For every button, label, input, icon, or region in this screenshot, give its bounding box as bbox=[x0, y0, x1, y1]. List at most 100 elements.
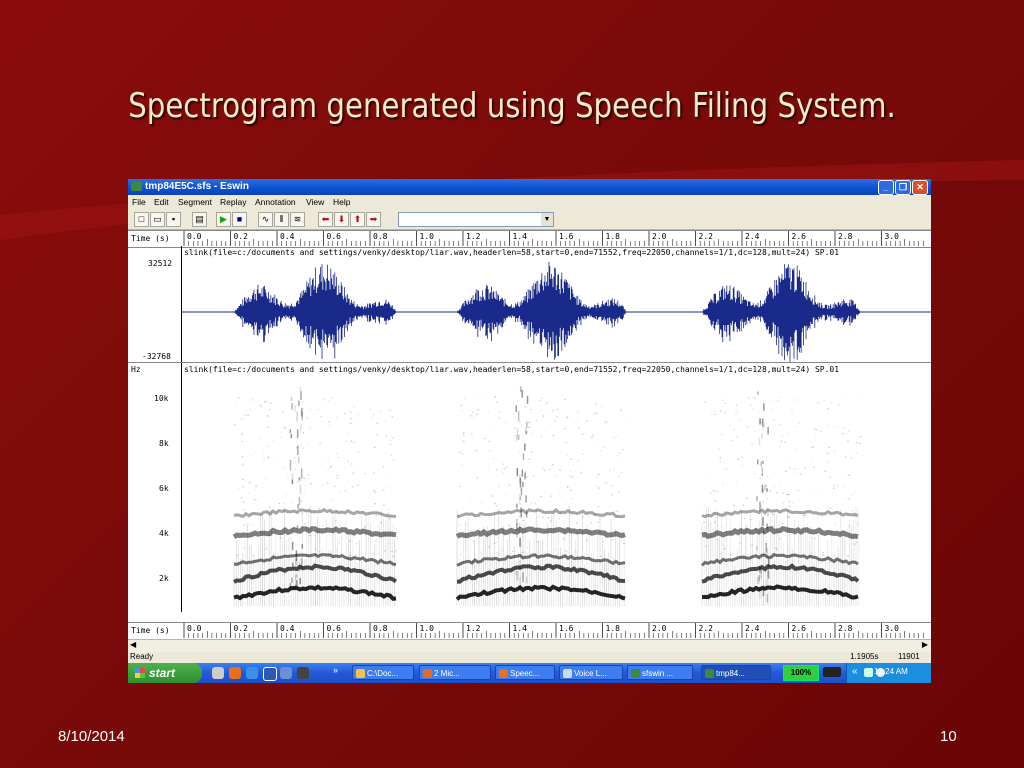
fricative-noise bbox=[297, 445, 299, 456]
speckle bbox=[304, 484, 307, 486]
desktop-icon[interactable] bbox=[212, 667, 224, 679]
formant-band bbox=[701, 584, 859, 600]
quicklaunch-chevron[interactable]: » bbox=[333, 665, 338, 675]
tray-chevron-icon[interactable]: « bbox=[852, 666, 858, 677]
speckle bbox=[537, 524, 539, 526]
arrow-down-icon[interactable]: ⬇ bbox=[334, 212, 349, 227]
speckle bbox=[580, 471, 582, 474]
speckle bbox=[263, 458, 265, 460]
speckle bbox=[508, 539, 511, 541]
scroll-left-icon[interactable]: ◀ bbox=[130, 640, 136, 649]
fricative-noise bbox=[760, 504, 762, 508]
menu-file[interactable]: File bbox=[132, 197, 146, 207]
task-mic[interactable]: 2 Mic... bbox=[419, 665, 491, 680]
ie-icon[interactable] bbox=[246, 667, 258, 679]
word-icon[interactable] bbox=[263, 667, 277, 681]
task-label: sfswin ... bbox=[642, 669, 674, 678]
open-icon[interactable]: ▭ bbox=[150, 212, 165, 227]
power-plug-icon[interactable] bbox=[823, 667, 841, 677]
speckle bbox=[528, 461, 530, 464]
speckle bbox=[547, 552, 550, 554]
fricative-noise bbox=[299, 423, 302, 433]
speckle bbox=[567, 461, 570, 463]
speckle bbox=[842, 433, 844, 435]
menu-annotation[interactable]: Annotation bbox=[255, 197, 296, 207]
fricative-noise bbox=[289, 429, 292, 434]
fricative-noise bbox=[291, 541, 294, 551]
speckle bbox=[244, 414, 247, 416]
speckle bbox=[576, 418, 579, 420]
scroll-right-icon[interactable]: ▶ bbox=[922, 640, 928, 649]
task-sfswin[interactable]: sfswin ... bbox=[627, 665, 693, 680]
menu-help[interactable]: Help bbox=[333, 197, 350, 207]
speckle bbox=[555, 475, 557, 477]
maximize-button[interactable]: ❐ bbox=[895, 180, 911, 195]
speckle bbox=[548, 468, 551, 470]
speckle bbox=[285, 494, 288, 496]
stop-icon[interactable]: ■ bbox=[232, 212, 247, 227]
speckle bbox=[286, 476, 289, 478]
task-voice[interactable]: Voice L... bbox=[559, 665, 623, 680]
spectrogram-unit: Hz bbox=[131, 365, 141, 374]
speckle bbox=[762, 428, 764, 430]
speckle bbox=[353, 406, 356, 408]
new-icon[interactable]: □ bbox=[134, 212, 149, 227]
arrow-up-icon[interactable]: ⬆ bbox=[350, 212, 365, 227]
speckle bbox=[346, 432, 349, 434]
waveform-icon[interactable]: ∿ bbox=[258, 212, 273, 227]
spectrogram-plot[interactable] bbox=[182, 376, 931, 612]
speckle bbox=[307, 444, 309, 446]
media-icon[interactable] bbox=[280, 667, 292, 679]
speckle bbox=[736, 409, 739, 412]
speckle bbox=[334, 485, 336, 488]
tick-label: 0.2 bbox=[234, 232, 249, 241]
task-explorer[interactable]: C:\Doc... bbox=[352, 665, 414, 680]
fricative-noise bbox=[760, 461, 763, 467]
speckle bbox=[498, 485, 500, 488]
toolbar-dropdown[interactable]: ▼ bbox=[398, 212, 554, 227]
minimize-button[interactable]: _ bbox=[878, 180, 894, 195]
speckle bbox=[290, 405, 293, 407]
speckle bbox=[759, 407, 762, 409]
speckle bbox=[771, 409, 774, 411]
speckle bbox=[475, 449, 478, 452]
status-text: Ready bbox=[130, 652, 154, 661]
task-speech[interactable]: Speec... bbox=[495, 665, 555, 680]
fricative-noise bbox=[766, 488, 768, 492]
fricative-noise bbox=[301, 558, 303, 569]
speckle bbox=[785, 531, 787, 533]
speckle bbox=[609, 469, 611, 472]
speckle bbox=[720, 552, 722, 554]
start-button[interactable]: start bbox=[128, 663, 202, 683]
speckle bbox=[616, 515, 619, 518]
speckle bbox=[250, 454, 252, 456]
save-icon[interactable]: ▪ bbox=[166, 212, 181, 227]
speckle bbox=[859, 436, 862, 438]
arrow-left-icon[interactable]: ⬅ bbox=[318, 212, 333, 227]
battery-indicator[interactable]: 100% bbox=[783, 665, 819, 681]
close-button[interactable]: ✕ bbox=[912, 180, 928, 195]
network-icon[interactable] bbox=[864, 668, 873, 677]
speckle bbox=[242, 501, 245, 503]
speckle bbox=[327, 460, 329, 462]
tick-label: 0.4 bbox=[280, 624, 295, 633]
menu-replay[interactable]: Replay bbox=[220, 197, 246, 207]
menu-view[interactable]: View bbox=[306, 197, 324, 207]
task-tmp84[interactable]: tmp84... bbox=[701, 665, 771, 680]
speckle bbox=[846, 397, 848, 399]
arrow-right-icon[interactable]: ➡ bbox=[366, 212, 381, 227]
speckle bbox=[828, 446, 830, 448]
lines-icon[interactable]: ≋ bbox=[290, 212, 305, 227]
print-icon[interactable]: ▤ bbox=[192, 212, 207, 227]
speckle bbox=[505, 474, 507, 476]
cmd-icon[interactable] bbox=[297, 667, 309, 679]
spectrogram-icon[interactable]: ⦀ bbox=[274, 212, 289, 227]
speckle bbox=[831, 541, 833, 543]
firefox-icon[interactable] bbox=[229, 667, 241, 679]
tick-label: 2.8 bbox=[838, 624, 853, 633]
play-icon[interactable]: ▶ bbox=[216, 212, 231, 227]
menu-segment[interactable]: Segment bbox=[178, 197, 212, 207]
waveform-plot[interactable] bbox=[182, 256, 931, 362]
menu-edit[interactable]: Edit bbox=[154, 197, 169, 207]
speckle bbox=[599, 450, 602, 452]
